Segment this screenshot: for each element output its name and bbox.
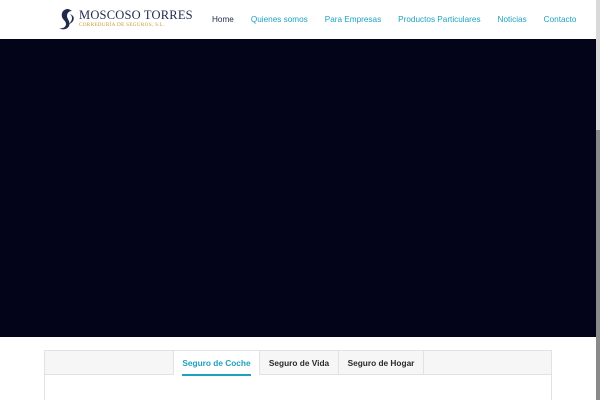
nav-item-para-empresas[interactable]: Para Empresas xyxy=(325,15,381,24)
tabs-bar: Seguro de Coche Seguro de Vida Seguro de… xyxy=(45,351,551,376)
nav-item-home[interactable]: Home xyxy=(212,15,234,24)
page: MOSCOSO TORRES CORREDURÍA DE SEGUROS, S.… xyxy=(0,0,600,400)
site-header: MOSCOSO TORRES CORREDURÍA DE SEGUROS, S.… xyxy=(0,0,596,39)
nav-item-productos-particulares[interactable]: Productos Particulares xyxy=(398,15,480,24)
page-scrollbar[interactable] xyxy=(596,0,600,400)
logo-name: MOSCOSO TORRES xyxy=(79,8,193,22)
main-nav: Home Quienes somos Para Empresas Product… xyxy=(212,0,576,39)
site-logo[interactable]: MOSCOSO TORRES CORREDURÍA DE SEGUROS, S.… xyxy=(56,8,193,32)
nav-item-quienes-somos[interactable]: Quienes somos xyxy=(251,15,308,24)
hero-banner xyxy=(0,39,596,337)
nav-item-contacto[interactable]: Contacto xyxy=(544,15,577,24)
logo-tagline: CORREDURÍA DE SEGUROS, S.L. xyxy=(79,22,165,28)
tab-seguro-de-vida[interactable]: Seguro de Vida xyxy=(260,351,338,375)
nav-item-noticias[interactable]: Noticias xyxy=(498,15,527,24)
insurance-tabs: Seguro de Coche Seguro de Vida Seguro de… xyxy=(44,350,552,400)
logo-mark-icon xyxy=(59,9,74,30)
tab-divider xyxy=(423,351,424,375)
tab-seguro-de-hogar[interactable]: Seguro de Hogar xyxy=(339,351,423,375)
scrollbar-thumb[interactable] xyxy=(596,130,600,400)
tab-seguro-de-coche[interactable]: Seguro de Coche xyxy=(174,351,259,376)
